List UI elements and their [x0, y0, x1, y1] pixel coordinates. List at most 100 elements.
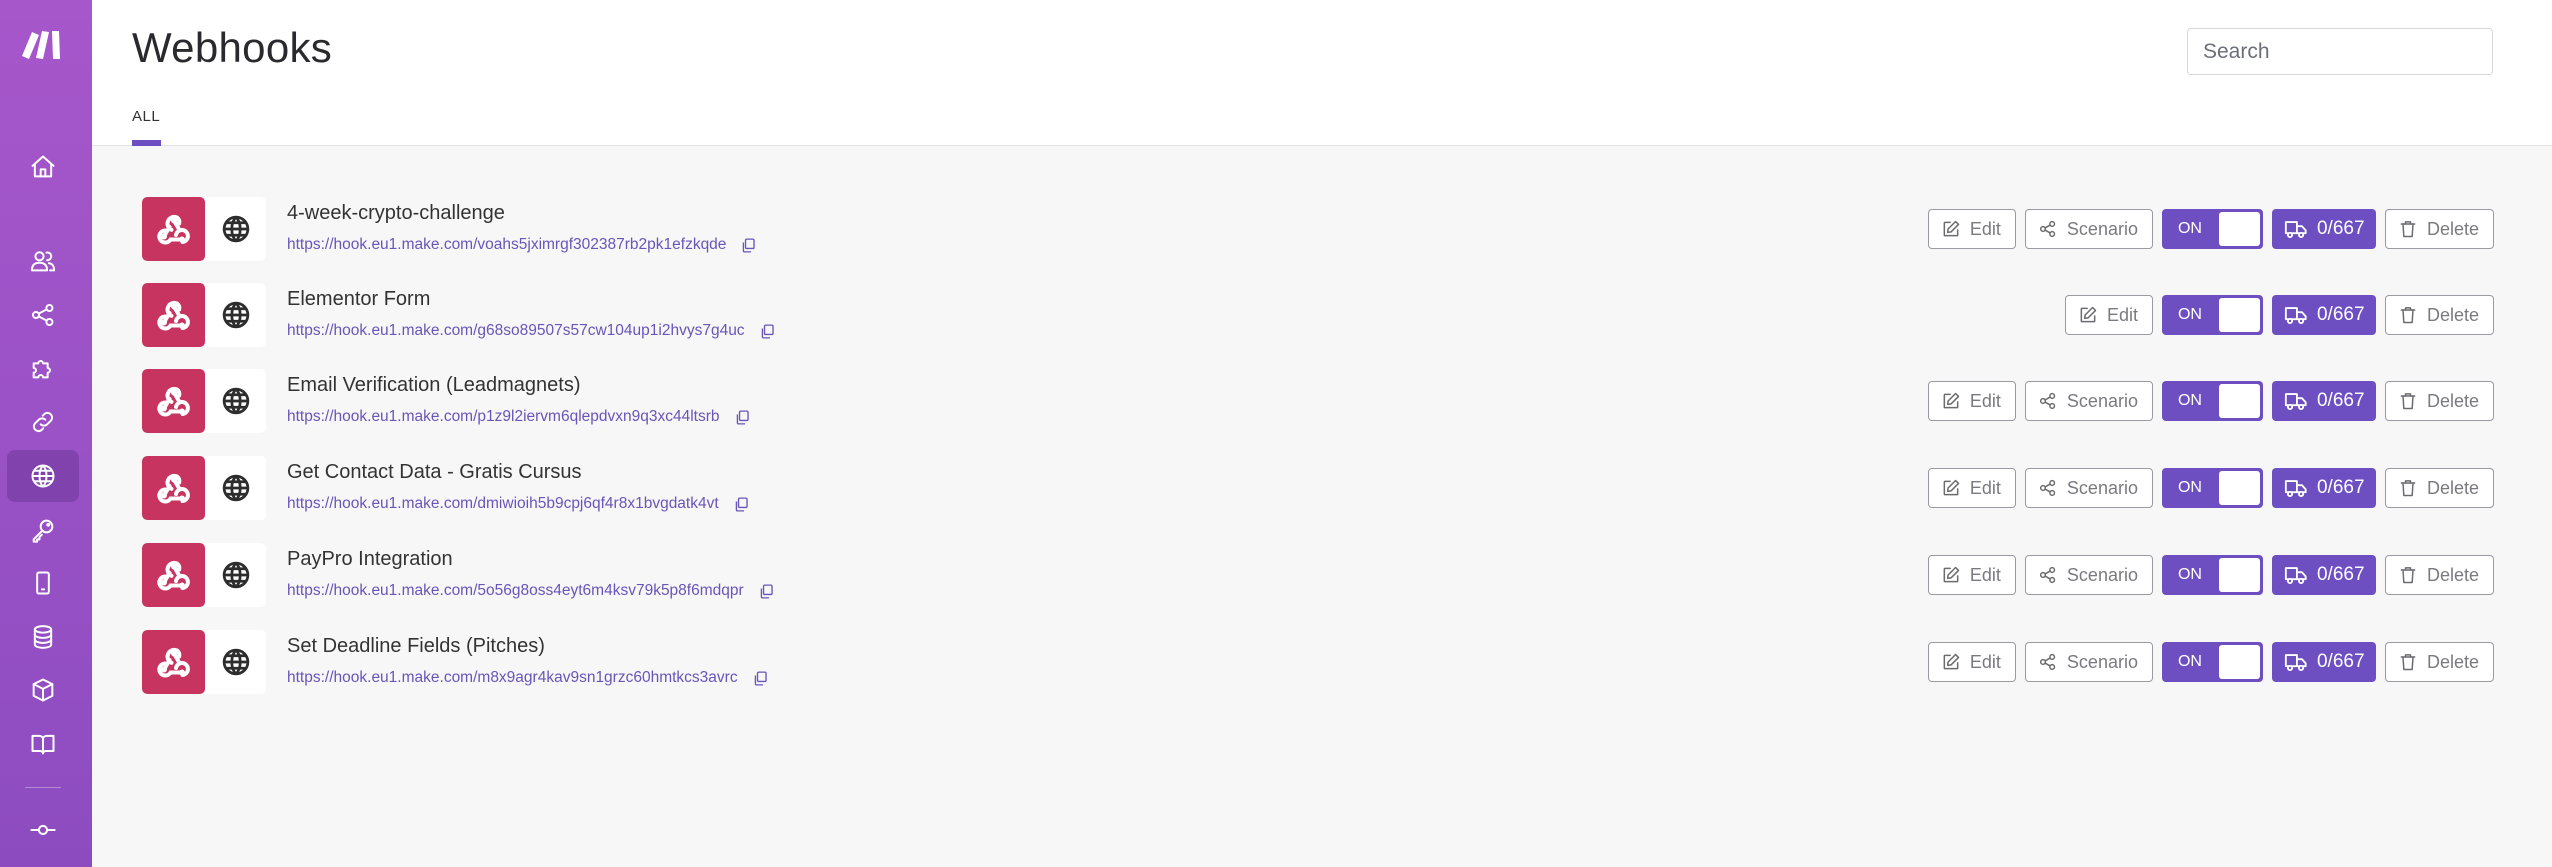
edit-button[interactable]: Edit: [1927, 555, 2016, 595]
webhook-status-toggle[interactable]: ON: [2161, 209, 2263, 249]
sidebar-divider: [25, 787, 61, 788]
sidebar-item-custom-apps[interactable]: [7, 718, 79, 770]
queue-count-button[interactable]: 0/667: [2271, 209, 2376, 249]
toggle-knob: [2218, 645, 2260, 679]
sidebar-item-team[interactable]: [7, 235, 79, 287]
webhook-name[interactable]: Elementor Form: [287, 288, 430, 311]
queue-count: 0/667: [2316, 564, 2365, 585]
delete-button[interactable]: Delete: [2384, 468, 2494, 508]
webhook-icon: [156, 386, 190, 417]
share-icon: [31, 303, 54, 327]
tab-all[interactable]: ALL: [132, 108, 160, 125]
queue-count: 0/667: [2316, 477, 2365, 498]
toggle-knob: [2218, 384, 2260, 418]
webhook-url[interactable]: https://hook.eu1.make.com/dmiwioih5b9cpj…: [287, 495, 719, 513]
sidebar-item-more[interactable]: [7, 804, 79, 856]
globe-icon: [222, 387, 249, 415]
webhook-status-toggle[interactable]: ON: [2161, 555, 2263, 595]
copy-icon[interactable]: [740, 237, 757, 254]
webhook-name[interactable]: 4-week-crypto-challenge: [287, 202, 505, 225]
queue-count-button[interactable]: 0/667: [2271, 381, 2376, 421]
search-input[interactable]: [2187, 28, 2493, 75]
delete-button-label: Delete: [2426, 477, 2479, 498]
edit-button[interactable]: Edit: [1927, 468, 2016, 508]
webhook-url[interactable]: https://hook.eu1.make.com/m8x9agr4kav9sn…: [287, 669, 738, 687]
copy-icon[interactable]: [733, 496, 750, 513]
webhook-name[interactable]: Email Verification (Leadmagnets): [287, 374, 580, 397]
queue-count-button[interactable]: 0/667: [2271, 555, 2376, 595]
webhook-status-toggle[interactable]: ON: [2161, 295, 2263, 335]
sidebar-item-home[interactable]: [7, 141, 79, 193]
webhook-status-toggle[interactable]: ON: [2161, 468, 2263, 508]
scenario-button[interactable]: Scenario: [2024, 209, 2153, 249]
delete-button-label: Delete: [2426, 390, 2479, 411]
edit-icon: [1943, 653, 1960, 670]
sidebar-item-webhooks[interactable]: [7, 450, 79, 502]
webhook-app-icons: [142, 369, 266, 433]
webhook-url[interactable]: https://hook.eu1.make.com/p1z9l2iervm6ql…: [287, 408, 720, 426]
copy-icon[interactable]: [752, 670, 769, 687]
webhook-name[interactable]: Set Deadline Fields (Pitches): [287, 635, 545, 658]
webhook-actions: Edit Scenario ON 0/667 Delete: [1919, 468, 2494, 508]
truck-icon: [2284, 307, 2307, 325]
webhook-name[interactable]: PayPro Integration: [287, 548, 453, 571]
webhook-actions: Edit Scenario ON 0/667 Delete: [1919, 642, 2494, 682]
sidebar-item-devices[interactable]: [7, 557, 79, 609]
webhook-url[interactable]: https://hook.eu1.make.com/voahs5jximrgf3…: [287, 236, 726, 254]
trash-icon: [2400, 307, 2416, 324]
scenario-button[interactable]: Scenario: [2024, 468, 2153, 508]
database-icon: [33, 625, 53, 649]
copy-icon[interactable]: [758, 583, 775, 600]
sidebar-item-connections[interactable]: [7, 396, 79, 448]
edit-icon: [2080, 306, 2097, 323]
copy-icon[interactable]: [759, 323, 776, 340]
copy-icon[interactable]: [734, 409, 751, 426]
sidebar-item-keys[interactable]: [7, 504, 79, 556]
queue-count-button[interactable]: 0/667: [2271, 468, 2376, 508]
webhook-url-group: https://hook.eu1.make.com/dmiwioih5b9cpj…: [287, 495, 750, 513]
webhook-name[interactable]: Get Contact Data - Gratis Cursus: [287, 461, 582, 484]
webhook-url-group: https://hook.eu1.make.com/g68so89507s57c…: [287, 322, 776, 340]
delete-button[interactable]: Delete: [2384, 295, 2494, 335]
webhook-app-icons: [142, 456, 266, 520]
scenario-button[interactable]: Scenario: [2024, 642, 2153, 682]
share-icon: [2039, 220, 2056, 238]
webhook-url[interactable]: https://hook.eu1.make.com/g68so89507s57c…: [287, 322, 745, 340]
truck-icon: [2284, 393, 2307, 411]
queue-count-button[interactable]: 0/667: [2271, 642, 2376, 682]
home-icon: [31, 155, 55, 178]
webhook-actions: Edit Scenario ON 0/667 Delete: [1919, 381, 2494, 421]
sidebar-item-data-stores[interactable]: [7, 611, 79, 663]
delete-button[interactable]: Delete: [2384, 381, 2494, 421]
scenario-button-label: Scenario: [2066, 218, 2138, 239]
scenario-button[interactable]: Scenario: [2024, 555, 2153, 595]
webhook-app-icons: [142, 197, 266, 261]
delete-button[interactable]: Delete: [2384, 642, 2494, 682]
edit-button[interactable]: Edit: [1927, 642, 2016, 682]
webhook-icon: [156, 214, 190, 245]
scenario-button-label: Scenario: [2066, 651, 2138, 672]
sidebar-item-templates[interactable]: [7, 342, 79, 394]
webhook-status-toggle[interactable]: ON: [2161, 642, 2263, 682]
sidebar-item-data-structures[interactable]: [7, 664, 79, 716]
edit-button[interactable]: Edit: [1927, 381, 2016, 421]
webhook-icon: [156, 560, 190, 591]
webhook-url-group: https://hook.eu1.make.com/p1z9l2iervm6ql…: [287, 408, 751, 426]
webhook-icon: [156, 300, 190, 331]
webhook-tile: [142, 369, 205, 433]
edit-button[interactable]: Edit: [1927, 209, 2016, 249]
webhook-status-toggle[interactable]: ON: [2161, 381, 2263, 421]
edit-button[interactable]: Edit: [2064, 295, 2153, 335]
queue-count-button[interactable]: 0/667: [2271, 295, 2376, 335]
sidebar-item-scenarios[interactable]: [7, 289, 79, 341]
delete-button[interactable]: Delete: [2384, 555, 2494, 595]
webhook-url[interactable]: https://hook.eu1.make.com/5o56g8oss4eyt6…: [287, 582, 744, 600]
toggle-label: ON: [2177, 566, 2202, 583]
share-icon: [2039, 566, 2056, 584]
tab-active-indicator: [132, 140, 161, 146]
scenario-button[interactable]: Scenario: [2024, 381, 2153, 421]
delete-button[interactable]: Delete: [2384, 209, 2494, 249]
globe-tile: [205, 630, 266, 694]
queue-count: 0/667: [2316, 304, 2365, 325]
make-logo-icon[interactable]: [18, 26, 68, 62]
